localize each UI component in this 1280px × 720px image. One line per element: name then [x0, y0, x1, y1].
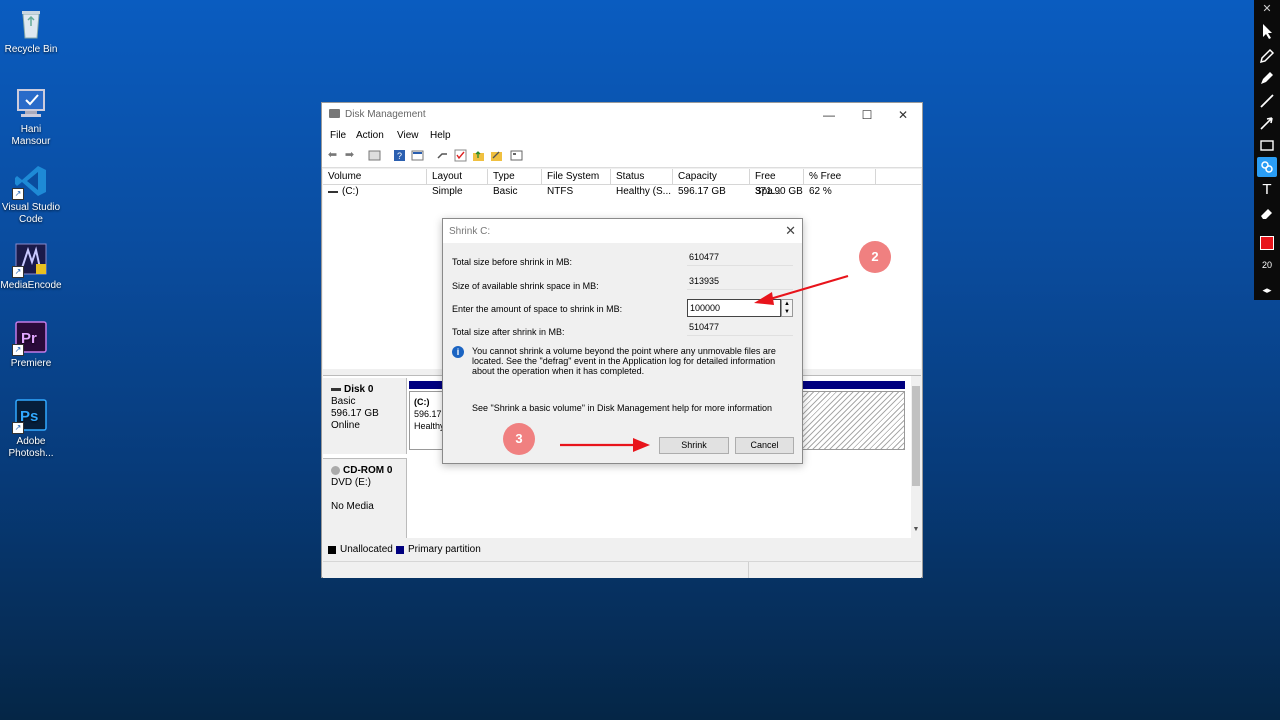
arrow-2-line — [769, 274, 849, 301]
arrow-3-head-icon — [633, 438, 650, 452]
arrow-2-head-icon — [754, 292, 774, 305]
annotation-arrows — [560, 274, 849, 452]
